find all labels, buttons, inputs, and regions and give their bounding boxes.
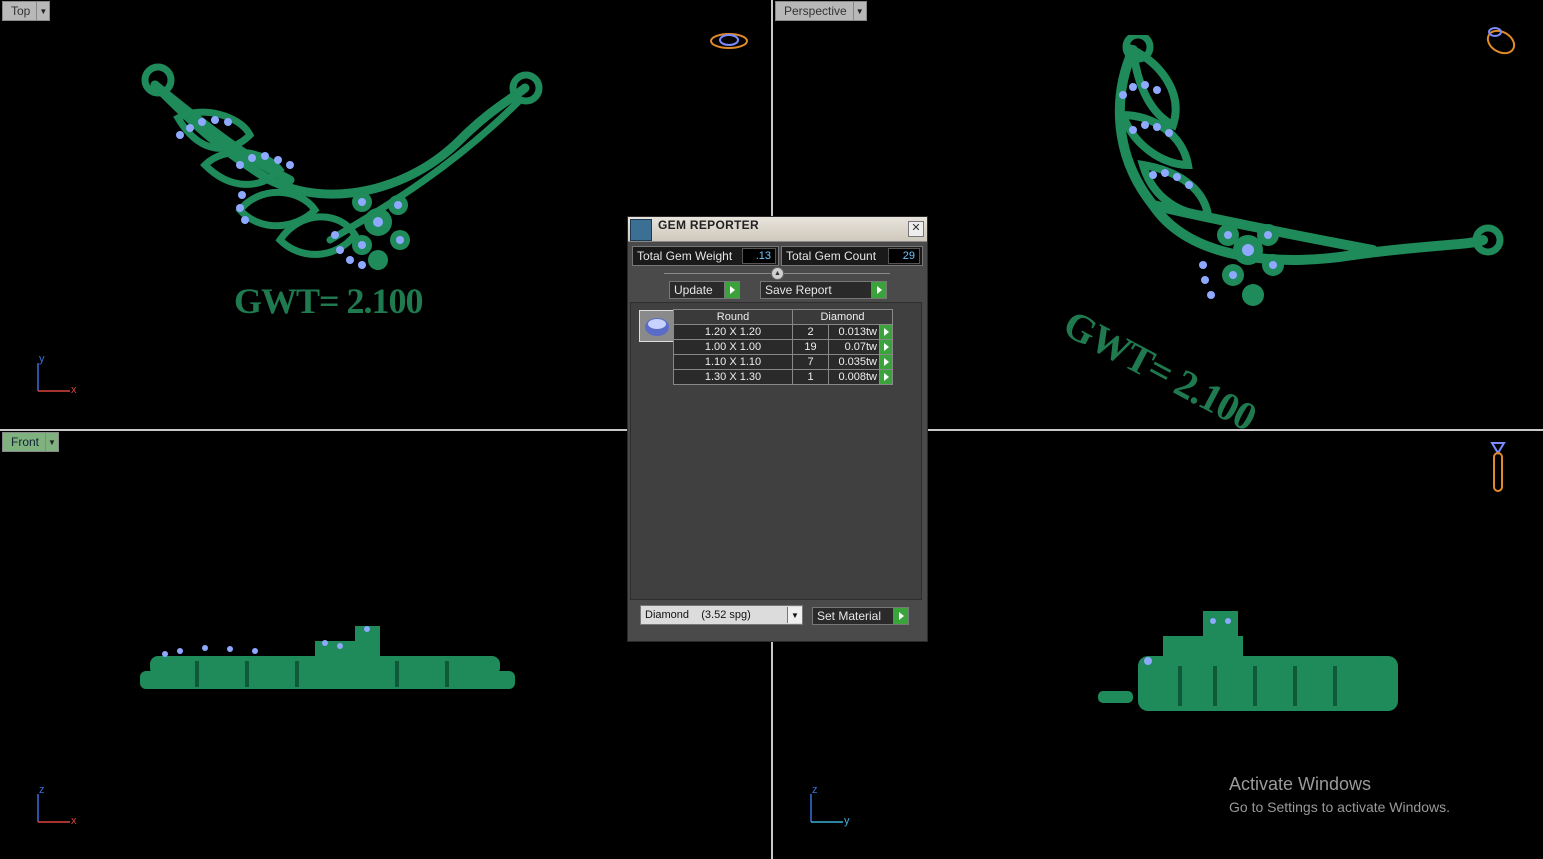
- shape-header: Round: [673, 309, 793, 325]
- dialog-titlebar[interactable]: GEM REPORTER ✕: [628, 217, 927, 242]
- gem-count: 2: [792, 324, 829, 340]
- axis-label-y: y: [844, 815, 850, 827]
- axis-indicator-right: z y: [803, 784, 853, 836]
- material-select[interactable]: Diamond (3.52 spg) ▼: [640, 605, 803, 625]
- watermark-subtitle: Go to Settings to activate Windows.: [1229, 799, 1450, 815]
- dialog-title: GEM REPORTER: [658, 218, 759, 232]
- total-gem-count-value: 29: [888, 248, 920, 264]
- material-select-value: Diamond (3.52 spg): [645, 609, 751, 621]
- play-arrow-icon: [893, 608, 908, 624]
- viewport-label-perspective[interactable]: Perspective ▼: [775, 1, 867, 21]
- gem-weight: 0.035tw: [828, 354, 880, 370]
- gem-list-panel: Round Diamond 1.20 X 1.20 2 0.013tw 1.00…: [630, 302, 922, 600]
- axis-indicator-top: y x: [30, 353, 80, 405]
- ring-nav-icon[interactable]: [1486, 439, 1510, 495]
- total-gem-weight-value: .13: [742, 248, 776, 264]
- gem-count: 19: [792, 339, 829, 355]
- watermark-title: Activate Windows: [1229, 774, 1372, 794]
- table-row[interactable]: 1.20 X 1.20 2 0.013tw: [673, 324, 893, 340]
- chevron-down-icon[interactable]: ▼: [852, 2, 866, 20]
- gem-table-header: Round Diamond: [673, 309, 893, 325]
- jewelry-model-front[interactable]: [135, 621, 520, 701]
- chevron-down-icon[interactable]: ▼: [36, 2, 49, 20]
- gem-weight: 0.013tw: [828, 324, 880, 340]
- total-gem-weight-field: Total Gem Weight .13: [632, 246, 779, 266]
- save-report-button[interactable]: Save Report: [760, 281, 887, 299]
- total-gem-count-field: Total Gem Count 29: [781, 246, 923, 266]
- axis-label-x: x: [71, 384, 77, 396]
- axis-indicator-front: z x: [30, 784, 80, 836]
- gem-size: 1.00 X 1.00: [673, 339, 793, 355]
- set-material-button[interactable]: Set Material: [812, 607, 909, 625]
- gem-count: 1: [792, 369, 829, 385]
- update-button[interactable]: Update: [669, 281, 740, 299]
- ring-nav-icon[interactable]: [1481, 22, 1521, 58]
- gem-size: 1.30 X 1.30: [673, 369, 793, 385]
- viewport-label-text: Top: [11, 4, 31, 18]
- collapse-toggle-icon[interactable]: ▲: [771, 267, 784, 280]
- close-button[interactable]: ✕: [908, 221, 924, 237]
- axis-label-x: x: [71, 815, 77, 827]
- windows-activation-watermark: Activate Windows Go to Settings to activ…: [1229, 774, 1450, 815]
- gem-reporter-app-icon: [630, 219, 652, 241]
- select-gems-button[interactable]: [879, 339, 893, 355]
- gem-size: 1.20 X 1.20: [673, 324, 793, 340]
- total-gem-weight-label: Total Gem Weight: [637, 249, 733, 263]
- axis-label-z: z: [812, 784, 818, 796]
- table-row[interactable]: 1.10 X 1.10 7 0.035tw: [673, 354, 893, 370]
- play-arrow-icon: [871, 282, 886, 298]
- jewelry-model-right[interactable]: [1093, 606, 1413, 716]
- select-gems-button[interactable]: [879, 354, 893, 370]
- total-gem-count-label: Total Gem Count: [786, 249, 877, 263]
- save-report-button-label: Save Report: [765, 283, 832, 297]
- table-row[interactable]: 1.30 X 1.30 1 0.008tw: [673, 369, 893, 385]
- gem-reporter-dialog: GEM REPORTER ✕ Total Gem Weight .13 Tota…: [627, 216, 928, 642]
- gem-count: 7: [792, 354, 829, 370]
- chevron-down-icon[interactable]: ▼: [787, 607, 802, 623]
- gem-size: 1.10 X 1.10: [673, 354, 793, 370]
- select-gems-button[interactable]: [879, 369, 893, 385]
- viewport-label-text: Front: [11, 435, 40, 449]
- ring-nav-icon[interactable]: [708, 30, 750, 52]
- viewport-label-text: Perspective: [784, 4, 847, 18]
- axis-label-y: y: [39, 353, 45, 365]
- play-arrow-icon: [724, 282, 739, 298]
- chevron-down-icon[interactable]: ▼: [45, 433, 58, 451]
- set-material-button-label: Set Material: [817, 609, 882, 623]
- gem-weight: 0.008tw: [828, 369, 880, 385]
- round-gem-icon[interactable]: [639, 310, 675, 342]
- material-header: Diamond: [792, 309, 893, 325]
- gem-table: Round Diamond 1.20 X 1.20 2 0.013tw 1.00…: [673, 309, 893, 385]
- axis-label-z: z: [39, 784, 45, 796]
- jewelry-model-perspective[interactable]: [1093, 35, 1513, 335]
- viewport-label-top[interactable]: Top ▼: [2, 1, 51, 21]
- table-row[interactable]: 1.00 X 1.00 19 0.07tw: [673, 339, 893, 355]
- update-button-label: Update: [674, 283, 713, 297]
- viewport-label-front[interactable]: Front ▼: [2, 432, 60, 452]
- close-icon: ✕: [911, 222, 921, 234]
- model-text-top: GWT= 2.100: [234, 281, 424, 321]
- gem-weight: 0.07tw: [828, 339, 880, 355]
- select-gems-button[interactable]: [879, 324, 893, 340]
